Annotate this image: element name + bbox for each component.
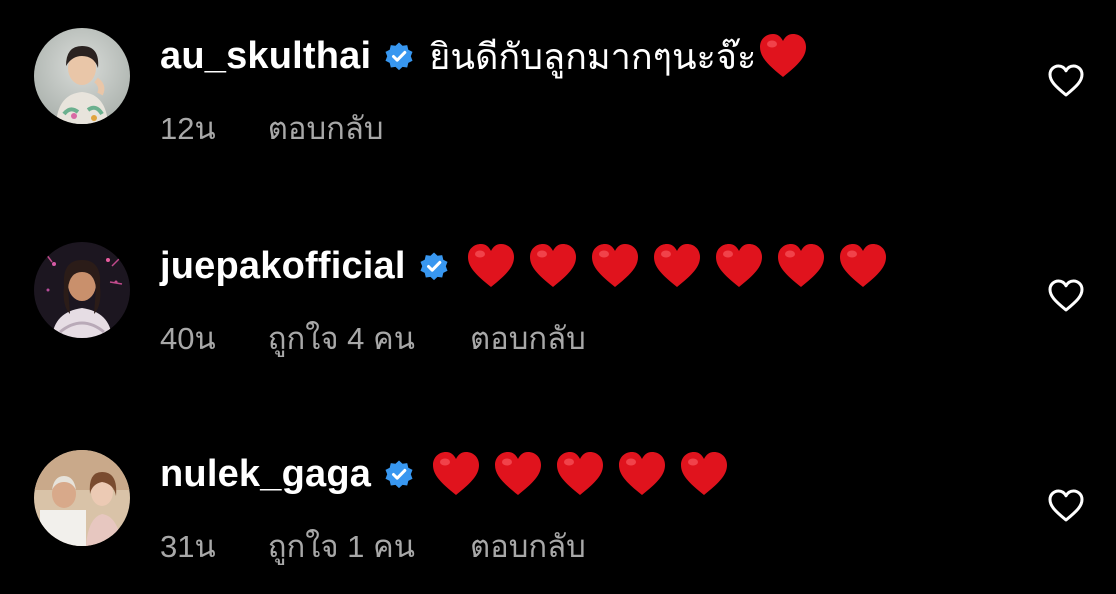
verified-badge-icon bbox=[418, 250, 450, 282]
comment-meta: 31น ถูกใจ 1 คน ตอบกลับ bbox=[160, 526, 586, 566]
avatar[interactable] bbox=[34, 242, 130, 338]
red-heart-emoji bbox=[838, 243, 888, 289]
avatar[interactable] bbox=[34, 28, 130, 124]
comment-meta: 40น ถูกใจ 4 คน ตอบกลับ bbox=[160, 318, 586, 358]
red-heart-emoji bbox=[617, 451, 667, 497]
username[interactable]: juepakofficial bbox=[160, 245, 406, 288]
red-heart-emoji bbox=[493, 451, 543, 497]
comment-item: juepakofficial 40น ถูกใจ 4 คน ตอบกลับ bbox=[0, 236, 1116, 366]
verified-badge-icon bbox=[383, 458, 415, 490]
comment-header: juepakofficial bbox=[160, 236, 888, 296]
heart-outline-icon[interactable] bbox=[1046, 486, 1086, 526]
heart-outline-icon[interactable] bbox=[1046, 61, 1086, 101]
reply-button[interactable]: ตอบกลับ bbox=[470, 521, 586, 571]
comment-time: 12น bbox=[160, 111, 216, 146]
comment-time: 40น bbox=[160, 321, 216, 356]
comment-text: ยินดีกับลูกมากๆนะจ๊ะ bbox=[429, 35, 757, 77]
red-heart-emoji bbox=[714, 243, 764, 289]
red-heart-emoji bbox=[758, 33, 808, 79]
red-heart-emoji bbox=[652, 243, 702, 289]
emoji-hearts bbox=[429, 451, 729, 497]
reply-button[interactable]: ตอบกลับ bbox=[268, 103, 384, 153]
avatar[interactable] bbox=[34, 450, 130, 546]
reply-button[interactable]: ตอบกลับ bbox=[470, 313, 586, 363]
comment-header: nulek_gaga bbox=[160, 444, 729, 504]
red-heart-emoji bbox=[466, 243, 516, 289]
heart-outline-icon[interactable] bbox=[1046, 276, 1086, 316]
likes-count-link[interactable]: ถูกใจ 1 คน bbox=[268, 521, 415, 571]
verified-badge-icon bbox=[383, 40, 415, 72]
emoji-hearts bbox=[464, 243, 888, 289]
comment-item: au_skulthai ยินดีกับลูกมากๆนะจ๊ะ 12น ตอบ… bbox=[0, 24, 1116, 154]
comment-meta: 12น ตอบกลับ bbox=[160, 108, 384, 148]
red-heart-emoji bbox=[590, 243, 640, 289]
comment-time: 31น bbox=[160, 529, 216, 564]
comment-item: nulek_gaga 31น ถูกใจ 1 คน ตอบกลับ bbox=[0, 444, 1116, 574]
red-heart-emoji bbox=[528, 243, 578, 289]
red-heart-emoji bbox=[776, 243, 826, 289]
red-heart-emoji bbox=[555, 451, 605, 497]
username[interactable]: nulek_gaga bbox=[160, 453, 371, 496]
comment-header: au_skulthai ยินดีกับลูกมากๆนะจ๊ะ bbox=[160, 26, 821, 86]
red-heart-emoji bbox=[431, 451, 481, 497]
username[interactable]: au_skulthai bbox=[160, 35, 371, 78]
red-heart-emoji bbox=[679, 451, 729, 497]
likes-count-link[interactable]: ถูกใจ 4 คน bbox=[268, 313, 415, 363]
